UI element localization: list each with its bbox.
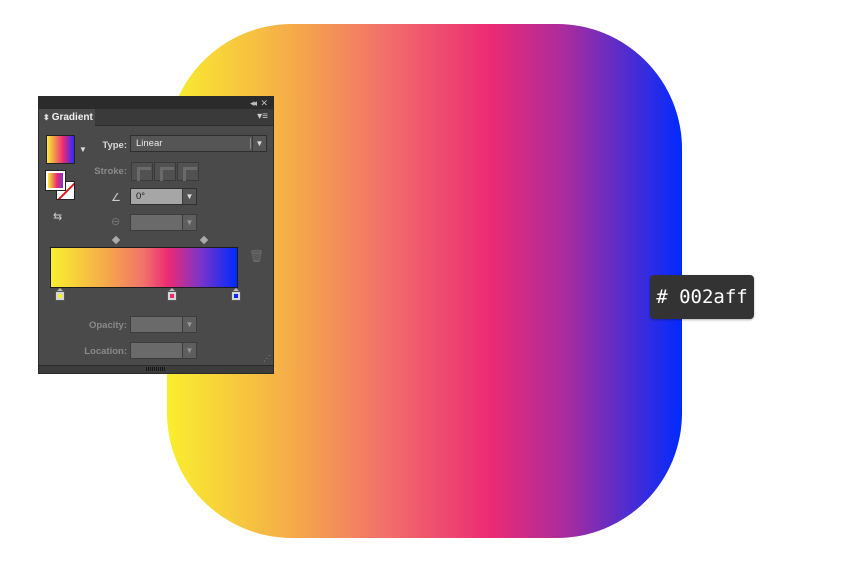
- stop-color-chip: [58, 294, 62, 298]
- stop-color-chip: [234, 294, 238, 298]
- aspect-ratio-input[interactable]: ▼: [130, 214, 197, 231]
- chevron-down-icon[interactable]: ▼: [182, 317, 196, 332]
- gradient-stop[interactable]: [55, 288, 65, 301]
- location-label: Location:: [84, 346, 127, 357]
- chevron-down-icon[interactable]: ▼: [182, 189, 196, 204]
- collapse-icon[interactable]: ◂◂: [250, 97, 257, 109]
- stop-color-chip: [170, 294, 174, 298]
- stroke-label: Stroke:: [94, 166, 127, 177]
- chevron-down-icon[interactable]: ▼: [182, 343, 196, 358]
- color-tooltip: # 002aff: [650, 275, 754, 319]
- gradient-midpoint[interactable]: [199, 235, 209, 245]
- trash-icon[interactable]: 🗑: [249, 249, 264, 263]
- close-icon[interactable]: ✕: [260, 97, 268, 109]
- tab-gradient[interactable]: ⬍ Gradient: [39, 109, 95, 127]
- panel-menu-icon[interactable]: ▾≡: [257, 111, 268, 123]
- chevron-down-icon[interactable]: ▼: [252, 136, 266, 151]
- gradient-midpoint[interactable]: [111, 235, 121, 245]
- chevron-down-icon[interactable]: ▼: [182, 215, 196, 230]
- panel-titlebar[interactable]: ◂◂ ✕: [39, 97, 273, 109]
- aspect-ratio-icon: ⊖: [111, 216, 121, 228]
- stroke-across-button[interactable]: [177, 162, 199, 181]
- location-input[interactable]: ▼: [130, 342, 197, 359]
- tooltip-hex-text: # 002aff: [656, 286, 748, 308]
- resize-grip-icon[interactable]: ⋰: [263, 354, 271, 363]
- stroke-along-button[interactable]: [154, 162, 176, 181]
- panel-tabbar: ⬍ Gradient ▾≡: [39, 109, 273, 127]
- gradient-panel: ◂◂ ✕ ⬍ Gradient ▾≡ ▼ ⇆ Type: Linear ▼ Str…: [38, 96, 274, 374]
- stroke-buttons: [131, 162, 200, 181]
- expand-arrows-icon[interactable]: ⬍: [43, 113, 50, 122]
- panel-statusbar: [39, 365, 273, 373]
- fill-swatch[interactable]: [45, 170, 66, 191]
- angle-value[interactable]: 0°: [136, 191, 145, 202]
- type-value: Linear: [136, 138, 163, 149]
- type-label: Type:: [102, 140, 127, 151]
- gradient-slider[interactable]: [50, 247, 238, 288]
- swatch-dropdown-icon[interactable]: ▼: [79, 145, 87, 154]
- gradient-stop[interactable]: [231, 288, 241, 301]
- angle-input[interactable]: 0° ▼: [130, 188, 197, 205]
- reverse-gradient-icon[interactable]: ⇆: [53, 210, 62, 223]
- stroke-within-button[interactable]: [131, 162, 153, 181]
- angle-icon: ∠: [111, 192, 121, 204]
- gradient-swatch[interactable]: [46, 135, 75, 164]
- opacity-label: Opacity:: [88, 320, 127, 331]
- opacity-input[interactable]: ▼: [130, 316, 197, 333]
- gradient-stop[interactable]: [167, 288, 177, 301]
- type-dropdown[interactable]: Linear ▼: [130, 135, 267, 152]
- dropdown-divider: [250, 138, 251, 149]
- fill-stroke-indicator[interactable]: [45, 170, 76, 201]
- drag-handle[interactable]: [146, 367, 166, 371]
- tab-label: Gradient: [51, 112, 93, 123]
